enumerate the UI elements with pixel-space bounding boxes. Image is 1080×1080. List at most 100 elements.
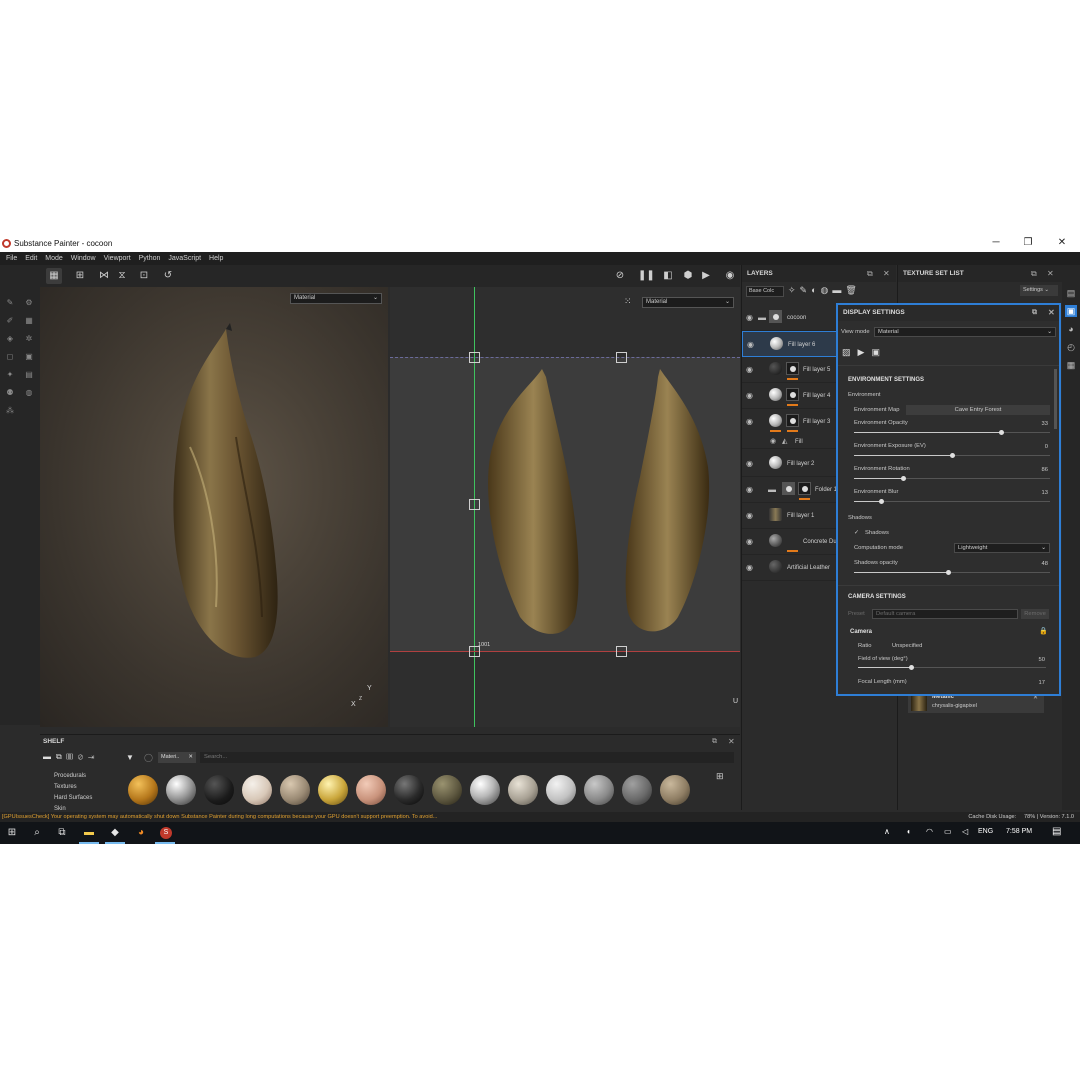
shadows-opacity-slider[interactable] bbox=[854, 570, 1050, 575]
iray-toggle-icon[interactable]: ⊘ bbox=[612, 268, 628, 284]
mask-icon[interactable]: ◍ bbox=[821, 285, 833, 295]
panel-close-icon[interactable]: ✕ bbox=[1048, 305, 1055, 321]
visibility-eye-icon[interactable]: ◉ bbox=[746, 391, 753, 400]
material-thumb[interactable] bbox=[508, 775, 538, 805]
material-thumb[interactable] bbox=[318, 775, 348, 805]
substance-painter-icon[interactable]: S bbox=[160, 827, 172, 839]
folder-icon[interactable]: ▬ bbox=[832, 285, 845, 295]
camera-preset-field[interactable]: Default camera bbox=[872, 609, 1018, 619]
wifi-icon[interactable]: ◠ bbox=[926, 827, 933, 836]
projection-icon[interactable]: ◈ bbox=[4, 333, 16, 345]
panel-close-icon[interactable]: ✕ bbox=[1047, 265, 1054, 282]
scrollbar-thumb[interactable] bbox=[1054, 369, 1057, 429]
settings-gear-icon[interactable]: ⚙ bbox=[23, 297, 35, 309]
mirror-x-icon[interactable]: ⋈ bbox=[96, 268, 112, 284]
paint-layer-icon[interactable]: ✎ bbox=[800, 285, 812, 295]
environment-exposure-slider[interactable] bbox=[854, 453, 1050, 458]
app-icon[interactable]: ◆ bbox=[108, 826, 122, 840]
remove-preset-button[interactable]: Remove bbox=[1021, 609, 1049, 619]
notifications-icon[interactable]: ▤ bbox=[1052, 826, 1061, 837]
menu-python[interactable]: Python bbox=[139, 252, 161, 265]
menu-help[interactable]: Help bbox=[209, 252, 223, 265]
display-settings-icon[interactable]: ▣ bbox=[1065, 305, 1077, 317]
clock[interactable]: 7:58 PM bbox=[1006, 828, 1032, 835]
environment-opacity-slider[interactable] bbox=[854, 430, 1050, 435]
slider-knob[interactable] bbox=[901, 476, 906, 481]
history-icon[interactable]: ◴ bbox=[1065, 341, 1077, 353]
smudge-icon[interactable]: ✦ bbox=[4, 369, 16, 381]
visibility-eye-icon[interactable]: ◉ bbox=[746, 365, 753, 374]
view-mode-select[interactable]: Material ⌄ bbox=[874, 327, 1056, 337]
visibility-eye-icon[interactable]: ◉ bbox=[746, 313, 753, 322]
grid-view-icon[interactable]: ▦ bbox=[46, 268, 62, 284]
texture-set-item[interactable]: Metallic chrysalis-gigapixel ✕ bbox=[908, 693, 1044, 713]
tab-environment-icon[interactable]: ▨ bbox=[842, 347, 858, 357]
material-thumb[interactable] bbox=[280, 775, 310, 805]
slider-knob[interactable] bbox=[908, 665, 914, 670]
viewport-2d[interactable]: 1001 Material ⌄ ⁙ U bbox=[390, 287, 740, 727]
battery-icon[interactable]: ▭ bbox=[944, 827, 952, 836]
tab-camera-icon[interactable]: ▶ bbox=[858, 347, 872, 357]
cube-view-icon[interactable]: ⬢ bbox=[680, 268, 696, 284]
material-thumb[interactable] bbox=[242, 775, 272, 805]
eraser-icon[interactable]: ✐ bbox=[4, 315, 16, 327]
computation-mode-select[interactable]: Lightweight ⌄ bbox=[954, 543, 1050, 553]
fov-slider[interactable] bbox=[858, 665, 1046, 670]
minimize-button[interactable]: ─ bbox=[990, 237, 1002, 248]
environment-map-field[interactable]: Cave Entry Forest bbox=[906, 405, 1050, 415]
pause-icon[interactable]: ❚❚ bbox=[638, 268, 655, 284]
panel-float-icon[interactable]: ⧉ bbox=[867, 265, 873, 282]
menu-file[interactable]: File bbox=[6, 252, 17, 265]
log-icon[interactable]: ▦ bbox=[1065, 359, 1077, 371]
camera-icon[interactable]: ▶ bbox=[698, 268, 714, 284]
maximize-button[interactable]: ❐ bbox=[1022, 237, 1034, 248]
folder-icon[interactable]: ▬ bbox=[43, 752, 56, 761]
menu-mode[interactable]: Mode bbox=[45, 252, 63, 265]
frame-icon[interactable]: ⊡ bbox=[136, 268, 152, 284]
screenshot-icon[interactable]: ◉ bbox=[722, 268, 738, 284]
new-folder-icon[interactable]: ⧉ bbox=[56, 752, 67, 761]
slider-knob[interactable] bbox=[950, 453, 955, 458]
volume-icon[interactable]: ◁ bbox=[962, 827, 968, 836]
refresh-icon[interactable]: ◯ bbox=[144, 753, 153, 762]
channel-select[interactable]: Base Colc bbox=[746, 286, 784, 297]
environment-rotation-slider[interactable] bbox=[854, 476, 1050, 481]
photoshop-icon[interactable]: ▣ bbox=[23, 351, 35, 363]
menu-javascript[interactable]: JavaScript bbox=[168, 252, 201, 265]
visibility-eye-icon[interactable]: ◉ bbox=[746, 459, 753, 468]
viewport-3d[interactable]: Material ⌄ X Y Z bbox=[40, 287, 388, 727]
material-thumb[interactable] bbox=[128, 775, 158, 805]
close-icon[interactable]: ✕ bbox=[188, 752, 193, 763]
environment-blur-slider[interactable] bbox=[854, 499, 1050, 504]
material-thumb[interactable] bbox=[432, 775, 462, 805]
shadows-checkbox[interactable]: ✓ bbox=[854, 530, 859, 536]
split-view-icon[interactable]: ◧ bbox=[660, 268, 676, 284]
file-explorer-icon[interactable]: ▬ bbox=[82, 826, 96, 840]
material-thumb[interactable] bbox=[546, 775, 576, 805]
shelf-category-procedurals[interactable]: Procedurals bbox=[54, 773, 86, 779]
material-thumb[interactable] bbox=[622, 775, 652, 805]
material-thumb[interactable] bbox=[470, 775, 500, 805]
gear-small-icon[interactable]: ✲ bbox=[23, 333, 35, 345]
visibility-eye-icon[interactable]: ◉ bbox=[746, 417, 753, 426]
headset-icon[interactable]: ◖ bbox=[906, 827, 911, 836]
filter-tag[interactable]: Materi.. ✕ bbox=[158, 752, 196, 763]
panel-float-icon[interactable]: ⧉ bbox=[1032, 305, 1037, 321]
slider-knob[interactable] bbox=[879, 499, 885, 504]
panel-float-icon[interactable]: ⧉ bbox=[1031, 265, 1037, 282]
language-indicator[interactable]: ENG bbox=[978, 828, 993, 835]
material-thumb[interactable] bbox=[356, 775, 386, 805]
filter-icon[interactable]: ▼ bbox=[126, 753, 134, 762]
task-view-icon[interactable]: ⧉ bbox=[55, 826, 69, 840]
clone-icon[interactable]: ⚉ bbox=[4, 387, 16, 399]
panel-float-icon[interactable]: ⧉ bbox=[712, 735, 717, 749]
panel-close-icon[interactable]: ✕ bbox=[728, 735, 735, 749]
fill-layer-icon[interactable]: ◐ bbox=[811, 285, 820, 295]
shelf-category-textures[interactable]: Textures bbox=[54, 784, 77, 790]
grid-options-icon[interactable]: ⊞ bbox=[72, 268, 88, 284]
menu-window[interactable]: Window bbox=[71, 252, 96, 265]
texture-set-settings-button[interactable]: Settings ⌄ bbox=[1020, 285, 1058, 296]
material-thumb[interactable] bbox=[584, 775, 614, 805]
visibility-eye-icon[interactable]: ◉ bbox=[746, 537, 753, 546]
close-button[interactable]: ✕ bbox=[1056, 237, 1068, 248]
